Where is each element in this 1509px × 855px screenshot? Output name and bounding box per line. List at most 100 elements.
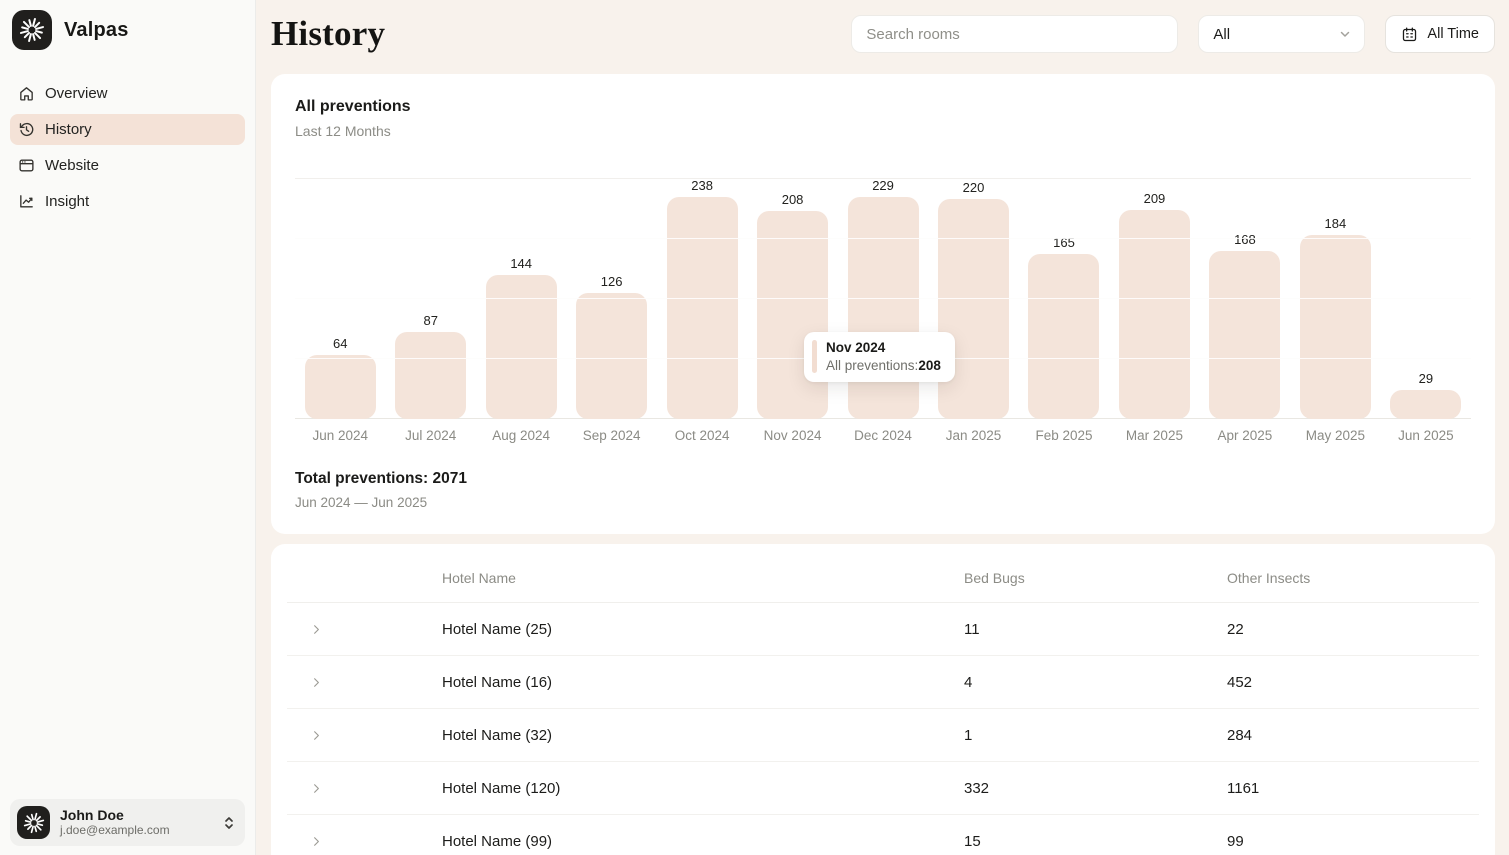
bar-value-label: 64: [333, 337, 347, 350]
bar-value-label: 87: [423, 314, 437, 327]
chart-tooltip: Nov 2024 All preventions:208: [804, 332, 955, 382]
x-axis-tick-label: Nov 2024: [747, 428, 837, 443]
bar[interactable]: [1209, 251, 1280, 419]
bar[interactable]: [395, 332, 466, 419]
x-axis-tick-label: Jan 2025: [928, 428, 1018, 443]
expand-row-button[interactable]: [287, 622, 442, 637]
bar[interactable]: [757, 211, 828, 419]
bar[interactable]: [938, 199, 1009, 419]
expand-row-button[interactable]: [287, 781, 442, 796]
bar-value-label: 29: [1419, 372, 1433, 385]
table-row[interactable]: Hotel Name (99)1599: [287, 815, 1479, 855]
user-name: John Doe: [60, 807, 213, 823]
bar[interactable]: [576, 293, 647, 419]
brand: Valpas: [0, 2, 255, 58]
browser-icon: [18, 157, 35, 174]
preventions-chart-card: All preventions Last 12 Months 648714412…: [271, 74, 1495, 534]
total-preventions-label: Total preventions: 2071: [295, 470, 1471, 488]
x-axis-tick-label: Jun 2024: [295, 428, 385, 443]
bar[interactable]: [848, 197, 919, 419]
expand-row-button[interactable]: [287, 728, 442, 743]
bar-chart: 648714412623820822922016520916818429 Nov…: [295, 179, 1471, 419]
time-range-button[interactable]: All Time: [1385, 15, 1495, 53]
hotel-name-cell: Hotel Name (120): [442, 780, 964, 797]
hotels-table-card: Hotel Name Bed Bugs Other Insects Hotel …: [271, 544, 1495, 855]
column-header-other-insects: Other Insects: [1227, 570, 1479, 586]
bar-value-label: 184: [1325, 217, 1347, 230]
user-menu[interactable]: John Doe j.doe@example.com: [10, 799, 245, 846]
table-row[interactable]: Hotel Name (120)3321161: [287, 762, 1479, 815]
chevron-right-icon: [309, 728, 324, 743]
x-axis-tick-label: Dec 2024: [838, 428, 928, 443]
chevron-up-down-icon: [223, 815, 235, 831]
x-axis-tick-label: Aug 2024: [476, 428, 566, 443]
bar-value-label: 229: [872, 179, 894, 192]
hotel-name-cell: Hotel Name (25): [442, 621, 964, 638]
filter-selected-value: All: [1213, 26, 1230, 43]
other-insects-cell: 1161: [1227, 780, 1479, 797]
sidebar-item-insight[interactable]: Insight: [10, 186, 245, 217]
bed-bugs-cell: 15: [964, 833, 1227, 850]
search-input[interactable]: [851, 15, 1178, 53]
bar-group: 165: [1019, 179, 1109, 419]
bar[interactable]: [667, 197, 738, 419]
expand-row-button[interactable]: [287, 834, 442, 849]
bar-group: 64: [295, 179, 385, 419]
sidebar-item-website[interactable]: Website: [10, 150, 245, 181]
table-row[interactable]: Hotel Name (32)1284: [287, 709, 1479, 762]
bar-value-label: 168: [1234, 233, 1256, 246]
sidebar-item-label: History: [45, 121, 92, 138]
sidebar-item-overview[interactable]: Overview: [10, 78, 245, 109]
bar[interactable]: [1119, 210, 1190, 419]
x-axis-labels: Jun 2024Jul 2024Aug 2024Sep 2024Oct 2024…: [295, 428, 1471, 443]
sidebar-item-history[interactable]: History: [10, 114, 245, 145]
filter-select[interactable]: All: [1198, 15, 1365, 53]
x-axis-tick-label: May 2025: [1290, 428, 1380, 443]
bar-group: 238: [657, 179, 747, 419]
chevron-right-icon: [309, 622, 324, 637]
bar[interactable]: [1300, 235, 1371, 419]
chevron-down-icon: [1338, 27, 1352, 41]
time-range-label: All Time: [1427, 26, 1479, 42]
x-axis-tick-label: Oct 2024: [657, 428, 747, 443]
date-range-label: Jun 2024 — Jun 2025: [295, 495, 1471, 510]
bar-value-label: 144: [510, 257, 532, 270]
chart-title: All preventions: [295, 98, 1471, 116]
table-header-row: Hotel Name Bed Bugs Other Insects: [287, 554, 1479, 603]
bar[interactable]: [1028, 254, 1099, 419]
bar[interactable]: [486, 275, 557, 419]
bar[interactable]: [305, 355, 376, 419]
other-insects-cell: 452: [1227, 674, 1479, 691]
bar-group: 208: [747, 179, 837, 419]
bar-group: 209: [1109, 179, 1199, 419]
table-row[interactable]: Hotel Name (25)1122: [287, 603, 1479, 656]
tooltip-value: 208: [918, 358, 941, 373]
expand-row-button[interactable]: [287, 675, 442, 690]
x-axis-tick-label: Sep 2024: [566, 428, 656, 443]
hotel-name-cell: Hotel Name (32): [442, 727, 964, 744]
bar[interactable]: [1390, 390, 1461, 419]
tooltip-series-indicator: [812, 340, 817, 373]
sidebar: Valpas Overview History Website Insight Joh…: [0, 0, 256, 855]
bed-bugs-cell: 1: [964, 727, 1227, 744]
table-row[interactable]: Hotel Name (16)4452: [287, 656, 1479, 709]
bar-group: 229: [838, 179, 928, 419]
bar-group: 168: [1200, 179, 1290, 419]
other-insects-cell: 99: [1227, 833, 1479, 850]
home-icon: [18, 85, 35, 102]
x-axis-tick-label: Jul 2024: [385, 428, 475, 443]
hotel-name-cell: Hotel Name (16): [442, 674, 964, 691]
page-title: History: [271, 14, 385, 54]
tooltip-value-line: All preventions:208: [826, 358, 941, 373]
bar-value-label: 208: [782, 193, 804, 206]
insight-chart-icon: [18, 193, 35, 210]
bed-bugs-cell: 4: [964, 674, 1227, 691]
gridline-overlay: [295, 238, 1471, 239]
x-axis-tick-label: Jun 2025: [1381, 428, 1471, 443]
sidebar-nav: Overview History Website Insight: [0, 78, 255, 217]
sidebar-item-label: Overview: [45, 85, 108, 102]
x-axis-tick-label: Feb 2025: [1019, 428, 1109, 443]
chevron-right-icon: [309, 675, 324, 690]
sidebar-item-label: Website: [45, 157, 99, 174]
tooltip-title: Nov 2024: [826, 340, 941, 355]
